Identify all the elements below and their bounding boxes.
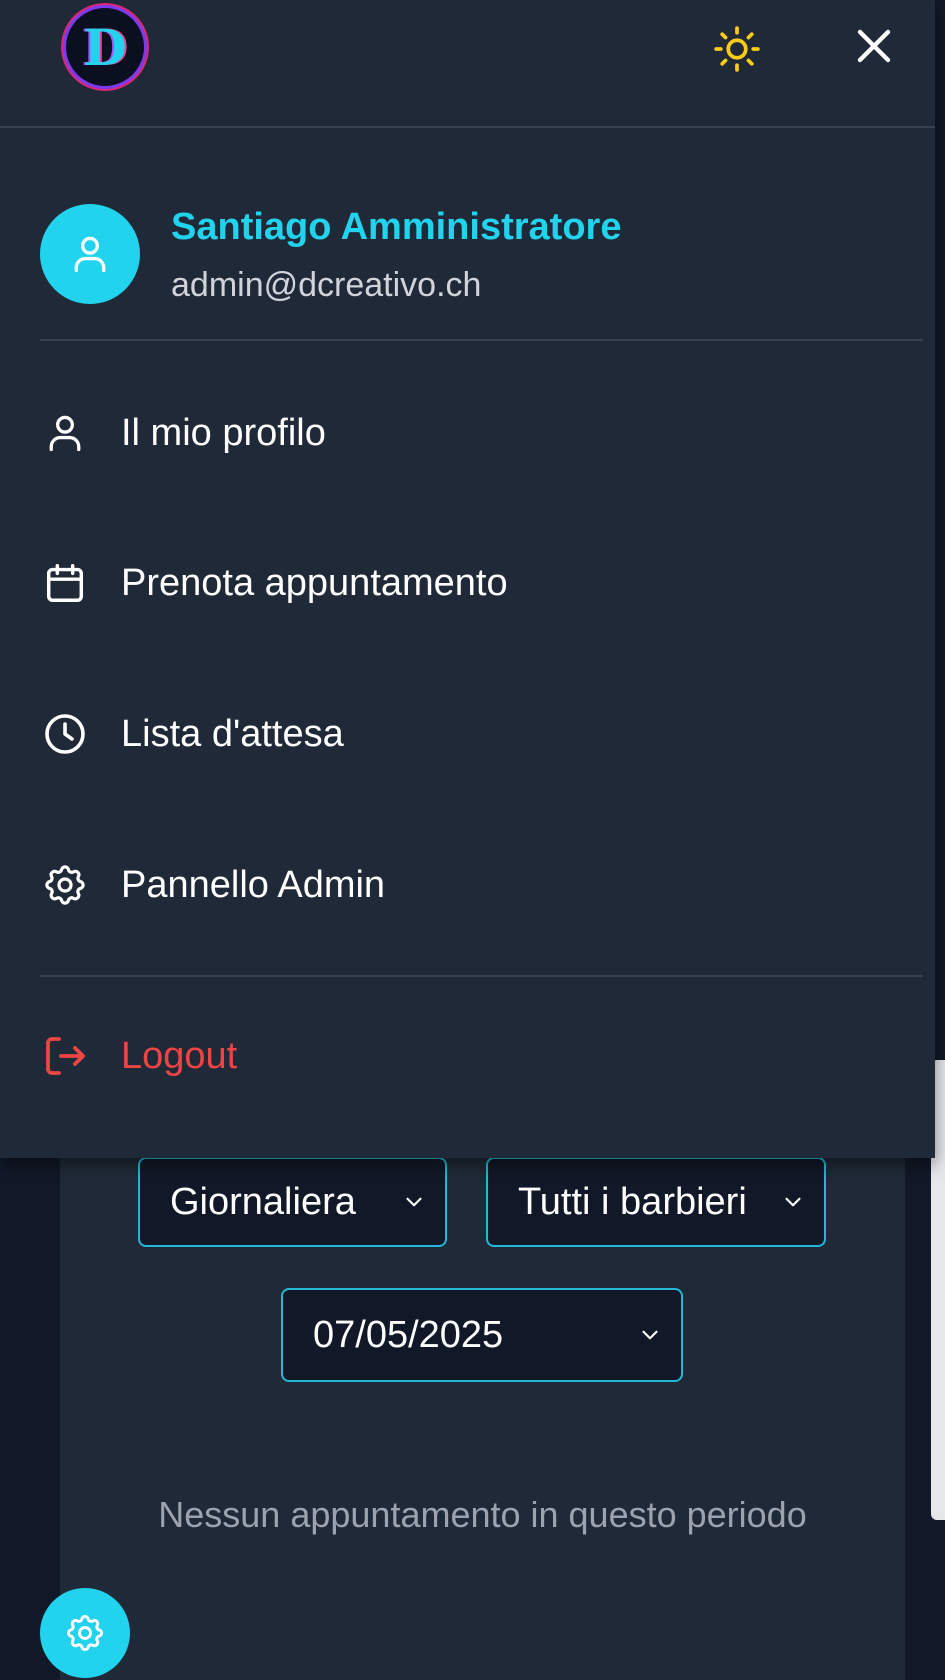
clock-icon <box>40 709 90 759</box>
menu-item-label: Il mio profilo <box>121 411 326 454</box>
app-screen: Giornaliera Tutti i barbieri 07/05/2025 … <box>0 0 945 1680</box>
chevron-down-icon <box>642 1330 658 1340</box>
logo-letter: D <box>83 17 127 77</box>
menu-item-profile[interactable]: Il mio profilo <box>40 393 920 473</box>
theme-toggle-button[interactable] <box>712 24 762 74</box>
date-select[interactable]: 07/05/2025 <box>281 1288 683 1382</box>
drawer-header: D <box>0 0 935 128</box>
user-email: admin@dcreativo.ch <box>171 266 482 304</box>
menu-item-admin-panel[interactable]: Pannello Admin <box>40 845 920 925</box>
avatar <box>40 204 140 304</box>
date-select-value: 07/05/2025 <box>313 1313 504 1356</box>
user-name: Santiago Amministratore <box>171 206 622 248</box>
divider <box>40 975 923 977</box>
menu-item-waiting-list[interactable]: Lista d'attesa <box>40 694 920 774</box>
empty-state-message: Nessun appuntamento in questo periodo <box>158 1494 807 1535</box>
barber-select[interactable]: Tutti i barbieri <box>486 1157 826 1247</box>
close-drawer-button[interactable] <box>850 22 898 70</box>
divider <box>40 339 923 341</box>
settings-fab-button[interactable] <box>40 1588 130 1678</box>
chevron-down-icon <box>785 1197 801 1207</box>
sun-icon <box>714 26 760 72</box>
gear-icon <box>40 860 90 910</box>
navigation-drawer: D Santiago Amministratore admin@dcreativ… <box>0 0 935 1158</box>
user-icon <box>74 236 106 273</box>
calendar-icon <box>40 558 90 608</box>
period-select[interactable]: Giornaliera <box>138 1157 447 1247</box>
logout-button[interactable]: Logout <box>40 1016 920 1096</box>
menu-item-label: Prenota appuntamento <box>121 561 508 604</box>
logout-icon <box>40 1031 90 1081</box>
logout-label: Logout <box>121 1034 238 1077</box>
barber-select-value: Tutti i barbieri <box>518 1180 747 1223</box>
menu-item-label: Pannello Admin <box>121 863 386 906</box>
user-icon <box>40 408 90 458</box>
close-icon <box>857 29 891 63</box>
chevron-down-icon <box>406 1197 422 1207</box>
menu-item-label: Lista d'attesa <box>121 712 344 755</box>
menu-item-book-appointment[interactable]: Prenota appuntamento <box>40 543 920 623</box>
period-select-value: Giornaliera <box>170 1180 356 1223</box>
gear-icon <box>66 1614 104 1652</box>
brand-logo[interactable]: D <box>66 8 144 86</box>
